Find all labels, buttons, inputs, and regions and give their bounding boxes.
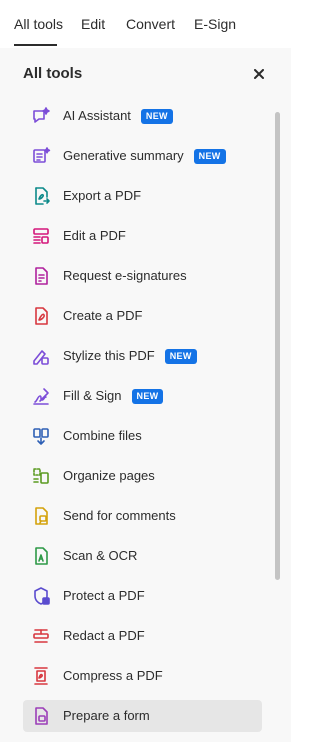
new-badge: NEW [131,388,164,404]
edit-pdf-icon [31,226,51,246]
tool-item-scan-ocr[interactable]: Scan & OCR [23,540,262,572]
send-comments-icon [31,506,51,526]
prepare-form-icon [31,706,51,726]
tool-item-edit-pdf[interactable]: Edit a PDF [23,220,262,252]
panel-title: All tools [23,65,83,82]
tool-label: Compress a PDF [63,668,163,683]
active-tab-indicator [14,44,57,46]
protect-pdf-icon [31,586,51,606]
tool-item-protect-pdf[interactable]: Protect a PDF [23,580,262,612]
tool-label: Edit a PDF [63,228,126,243]
ai-assistant-icon [31,106,51,126]
tool-item-organize-pages[interactable]: Organize pages [23,460,262,492]
stylize-pdf-icon [31,346,51,366]
tab-edit[interactable]: Edit [81,15,105,33]
tool-label: Create a PDF [63,308,143,323]
tool-label: Redact a PDF [63,628,145,643]
close-button[interactable] [251,66,267,82]
tab-convert[interactable]: Convert [126,15,175,33]
tool-label: Send for comments [63,508,176,523]
new-badge: NEW [193,148,226,164]
scan-ocr-icon [31,546,51,566]
tool-label: Fill & Sign [63,388,122,403]
tool-label: Prepare a form [63,708,150,723]
generative-summary-icon [31,146,51,166]
tool-item-ai-assistant[interactable]: AI Assistant NEW [23,100,262,132]
combine-files-icon [31,426,51,446]
tool-label: Export a PDF [63,188,142,203]
tool-label: Combine files [63,428,142,443]
tool-label: AI Assistant [63,108,131,123]
tool-item-stylize-pdf[interactable]: Stylize this PDF NEW [23,340,262,372]
all-tools-panel: All tools AI Assistant NEW Generative summ… [0,48,291,742]
export-pdf-icon [31,186,51,206]
tool-item-redact-pdf[interactable]: Redact a PDF [23,620,262,652]
tool-item-export-pdf[interactable]: Export a PDF [23,180,262,212]
new-badge: NEW [140,108,173,124]
new-badge: NEW [164,348,197,364]
close-icon [254,69,264,79]
organize-pages-icon [31,466,51,486]
tool-item-combine-files[interactable]: Combine files [23,420,262,452]
tool-item-send-comments[interactable]: Send for comments [23,500,262,532]
tool-label: Stylize this PDF [63,348,155,363]
tool-item-prepare-form[interactable]: Prepare a form [23,700,262,732]
tool-label: Organize pages [63,468,155,483]
scrollbar-thumb[interactable] [275,112,280,580]
compress-pdf-icon [31,666,51,686]
tool-item-fill-sign[interactable]: Fill & Sign NEW [23,380,262,412]
redact-pdf-icon [31,626,51,646]
top-nav: All tools Edit Convert E-Sign [0,0,291,48]
tool-label: Protect a PDF [63,588,145,603]
tool-item-create-pdf[interactable]: Create a PDF [23,300,262,332]
tool-item-request-esign[interactable]: Request e-signatures [23,260,262,292]
tab-e-sign[interactable]: E-Sign [194,15,236,33]
create-pdf-icon [31,306,51,326]
tool-label: Generative summary [63,148,184,163]
fill-sign-icon [31,386,51,406]
tool-label: Request e-signatures [63,268,187,283]
tool-item-compress-pdf[interactable]: Compress a PDF [23,660,262,692]
tab-all-tools[interactable]: All tools [14,15,63,33]
request-esign-icon [31,266,51,286]
tool-label: Scan & OCR [63,548,138,563]
tool-item-generative-summary[interactable]: Generative summary NEW [23,140,262,172]
